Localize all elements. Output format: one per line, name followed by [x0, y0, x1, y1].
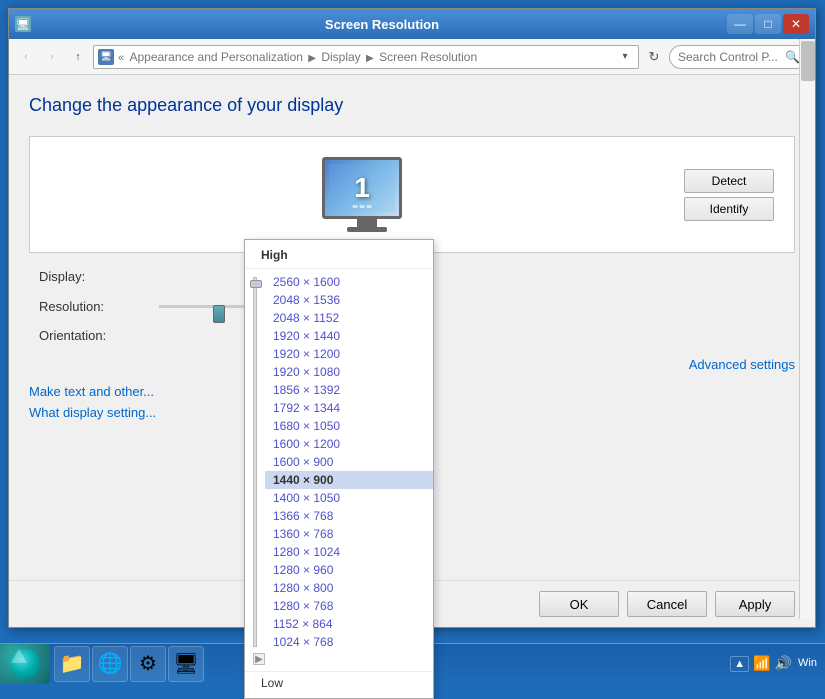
resolution-item[interactable]: 2048 × 1536 [265, 291, 433, 309]
resolution-item[interactable]: 1360 × 768 [265, 525, 433, 543]
monitor-action-buttons: Detect Identify [684, 169, 774, 221]
page-title: Change the appearance of your display [29, 95, 795, 116]
taskbar-clock[interactable]: Win [798, 656, 817, 671]
vertical-slider[interactable] [245, 273, 265, 651]
advanced-settings-link[interactable]: Advanced settings [689, 357, 795, 372]
orientation-label: Orientation: [39, 328, 159, 343]
monitor-screen: 1 [322, 157, 402, 219]
ok-button[interactable]: OK [539, 591, 619, 617]
resolution-slider-thumb[interactable] [213, 305, 225, 323]
taskbar-right: ▲ 📶 🔊 Win [730, 655, 825, 672]
cancel-button[interactable]: Cancel [627, 591, 707, 617]
resolution-item[interactable]: 1024 × 768 [265, 633, 433, 651]
tray-arrow[interactable]: ▲ [730, 656, 749, 672]
dropdown-slider-section: 2560 × 16002048 × 15362048 × 11521920 × … [245, 273, 433, 651]
monitor-icon: 1 [322, 157, 412, 232]
desktop: 🖥 Screen Resolution — □ ✕ ‹ › ↑ 🖥 « Appe… [0, 0, 825, 643]
close-button[interactable]: ✕ [783, 14, 809, 34]
taskbar-app-2[interactable]: 🌐 [92, 646, 128, 682]
start-button[interactable] [0, 644, 50, 684]
resolution-item[interactable]: 2048 × 1152 [265, 309, 433, 327]
dropdown-low-label: Low [245, 671, 433, 692]
monitor-display-area: 1 Detect [29, 136, 795, 253]
slider-bottom: ▶ [245, 651, 433, 667]
resolution-item[interactable]: 1600 × 1200 [265, 435, 433, 453]
back-button[interactable]: ‹ [15, 46, 37, 68]
window-title: Screen Resolution [37, 17, 727, 32]
resolution-item[interactable]: 1600 × 900 [265, 453, 433, 471]
search-box[interactable]: 🔍 [669, 45, 809, 69]
detect-button[interactable]: Detect [684, 169, 774, 193]
monitor-number: 1 [354, 172, 370, 204]
resolution-item[interactable]: 1280 × 768 [265, 597, 433, 615]
navigation-bar: ‹ › ↑ 🖥 « Appearance and Personalization… [9, 39, 815, 75]
slider-thumb[interactable] [250, 280, 262, 288]
window-icon: 🖥 [15, 16, 31, 32]
maximize-button[interactable]: □ [755, 14, 781, 34]
refresh-button[interactable]: ↻ [643, 46, 665, 68]
resolution-item[interactable]: 1856 × 1392 [265, 381, 433, 399]
address-dropdown-button[interactable]: ▾ [616, 46, 634, 68]
resolution-label: Resolution: [39, 299, 159, 314]
resolution-item[interactable]: 1280 × 800 [265, 579, 433, 597]
monitor-base [347, 227, 387, 232]
resolution-item[interactable]: 1280 × 1024 [265, 543, 433, 561]
resolution-item[interactable]: 1366 × 768 [265, 507, 433, 525]
resolution-list: 2560 × 16002048 × 15362048 × 11521920 × … [265, 273, 433, 651]
window-controls: — □ ✕ [727, 14, 809, 34]
resolution-item[interactable]: 1280 × 960 [265, 561, 433, 579]
monitor-stand [357, 219, 377, 227]
resolution-item[interactable]: 1792 × 1344 [265, 399, 433, 417]
taskbar-app-1[interactable]: 📁 [54, 646, 90, 682]
taskbar-app-3[interactable]: ⚙ [130, 646, 166, 682]
slider-down-arrow[interactable]: ▶ [253, 653, 265, 665]
resolution-item[interactable]: 2560 × 1600 [265, 273, 433, 291]
up-button[interactable]: ↑ [67, 46, 89, 68]
apply-button[interactable]: Apply [715, 591, 795, 617]
resolution-item[interactable]: 1400 × 1050 [265, 489, 433, 507]
minimize-button[interactable]: — [727, 14, 753, 34]
address-icon: 🖥 [98, 49, 114, 65]
dropdown-high-label: High [245, 246, 433, 269]
address-text: « Appearance and Personalization ▶ Displ… [118, 50, 616, 64]
resolution-item[interactable]: 1440 × 900 [265, 471, 433, 489]
resolution-item[interactable]: 1680 × 1050 [265, 417, 433, 435]
search-input[interactable] [678, 50, 781, 64]
address-bar[interactable]: 🖥 « Appearance and Personalization ▶ Dis… [93, 45, 639, 69]
taskbar-app-4[interactable]: 🖥 [168, 646, 204, 682]
screen-resolution-window: 🖥 Screen Resolution — □ ✕ ‹ › ↑ 🖥 « Appe… [8, 8, 816, 628]
resolution-item[interactable]: 1152 × 864 [265, 615, 433, 633]
scrollbar[interactable] [799, 39, 815, 619]
tray-volume-icon: 🔊 [775, 655, 792, 672]
tray-network-icon: 📶 [753, 655, 770, 672]
resolution-item[interactable]: 1920 × 1080 [265, 363, 433, 381]
forward-button[interactable]: › [41, 46, 63, 68]
system-tray: ▲ 📶 🔊 [730, 655, 792, 672]
taskbar-apps: 📁 🌐 ⚙ 🖥 [50, 646, 208, 682]
search-icon[interactable]: 🔍 [785, 50, 800, 64]
resolution-item[interactable]: 1920 × 1200 [265, 345, 433, 363]
scrollbar-thumb[interactable] [801, 41, 815, 81]
title-bar: 🖥 Screen Resolution — □ ✕ [9, 9, 815, 39]
resolution-item[interactable]: 1920 × 1440 [265, 327, 433, 345]
display-label: Display: [39, 269, 159, 284]
identify-button[interactable]: Identify [684, 197, 774, 221]
slider-track[interactable] [253, 277, 257, 647]
resolution-dropdown[interactable]: High 2560 × 16002048 × 15362048 × 115219… [244, 239, 434, 699]
